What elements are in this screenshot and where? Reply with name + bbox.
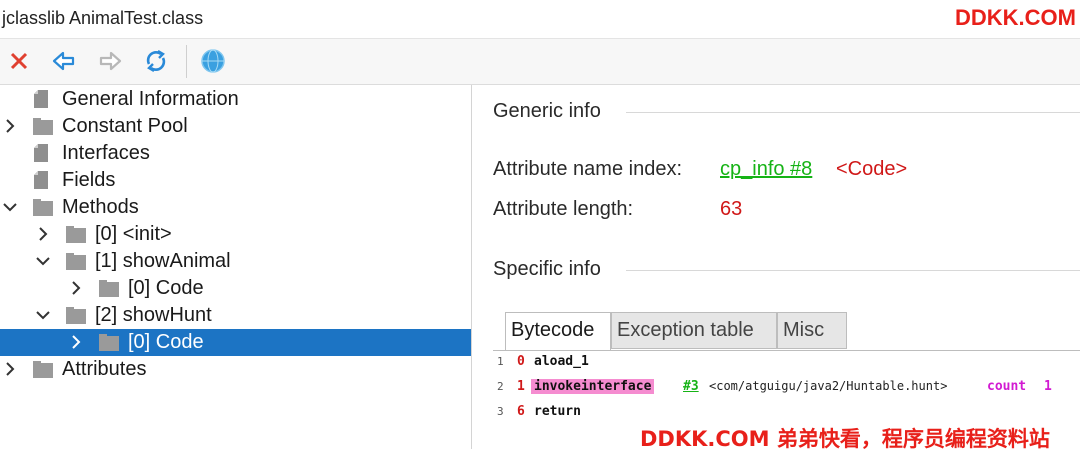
- tree-item[interactable]: [2] showHunt: [0, 302, 471, 329]
- tree-item-label: [0] Code: [128, 331, 204, 353]
- tree-item-label: Fields: [62, 169, 116, 191]
- tree-item[interactable]: General Information: [0, 86, 471, 113]
- tab-bytecode[interactable]: Bytecode: [505, 312, 611, 351]
- bytecode-offset: 6: [517, 404, 525, 419]
- tree-item[interactable]: Fields: [0, 167, 471, 194]
- opcode: return: [534, 404, 581, 419]
- tree-item[interactable]: Attributes: [0, 356, 471, 383]
- attribute-name-value: <Code>: [836, 158, 908, 180]
- folder-icon: [66, 226, 86, 243]
- tree-item-label: Attributes: [62, 358, 147, 380]
- back-button[interactable]: [50, 47, 78, 75]
- tree-item-label: Interfaces: [62, 142, 150, 164]
- tab-misc[interactable]: Misc: [777, 312, 847, 349]
- chevron-right-icon[interactable]: [69, 280, 83, 296]
- line-number: 2: [497, 380, 504, 393]
- folder-icon: [33, 118, 53, 135]
- tree-item-label: General Information: [62, 88, 239, 110]
- title-bar: jclasslib AnimalTest.class DDKK.COM: [0, 0, 1080, 39]
- count-value: 1: [1044, 379, 1052, 394]
- folder-icon: [99, 280, 119, 297]
- method-ref-text: <com/atguigu/java2/Huntable.hunt>: [709, 379, 948, 393]
- chevron-down-icon[interactable]: [36, 253, 50, 269]
- chevron-down-icon[interactable]: [36, 307, 50, 323]
- tree-item[interactable]: Interfaces: [0, 140, 471, 167]
- chevron-right-icon[interactable]: [36, 226, 50, 242]
- tab-exception-table[interactable]: Exception table: [611, 312, 777, 349]
- line-number: 1: [497, 355, 504, 368]
- chevron-right-icon[interactable]: [69, 334, 83, 350]
- attribute-name-index-label: Attribute name index:: [493, 158, 682, 180]
- generic-info-divider: [626, 112, 1080, 113]
- detail-pane: Generic info Attribute name index: cp_in…: [472, 85, 1080, 449]
- folder-icon: [33, 361, 53, 378]
- attribute-length-value: 63: [720, 198, 743, 220]
- toolbar: [0, 39, 1080, 85]
- tree-item[interactable]: [0] <init>: [0, 221, 471, 248]
- chevron-right-icon[interactable]: [3, 118, 17, 134]
- arrow-right-icon: [99, 51, 122, 71]
- close-x-icon: [10, 52, 28, 70]
- reload-icon: [146, 49, 166, 73]
- opcode-highlighted: invokeinterface: [531, 379, 655, 394]
- tree-item[interactable]: Methods: [0, 194, 471, 221]
- tree-item-label: Methods: [62, 196, 139, 218]
- tree-item-label: Constant Pool: [62, 115, 188, 137]
- folder-icon: [66, 307, 86, 324]
- class-structure-tree: General Information Constant Pool Interfac…: [0, 85, 472, 449]
- web-button[interactable]: [199, 47, 227, 75]
- chevron-down-icon[interactable]: [3, 199, 17, 215]
- folder-icon: [66, 253, 86, 270]
- globe-icon: [201, 49, 225, 73]
- folder-icon: [33, 199, 53, 216]
- generic-info-title: Generic info: [493, 100, 601, 122]
- close-button[interactable]: [5, 47, 33, 75]
- file-icon: [34, 90, 48, 108]
- count-keyword: count: [987, 379, 1027, 394]
- bytecode-offset: 0: [517, 354, 525, 369]
- constant-pool-ref-link[interactable]: #3: [683, 379, 699, 394]
- cp-info-link[interactable]: cp_info #8: [720, 158, 812, 181]
- bytecode-offset: 1: [517, 379, 525, 394]
- tree-item[interactable]: [1] showAnimal: [0, 248, 471, 275]
- tree-item-label: [1] showAnimal: [95, 250, 231, 272]
- chevron-right-icon[interactable]: [3, 361, 17, 377]
- tree-item[interactable]: [0] Code: [0, 275, 471, 302]
- brand-logo-text: DDKK.COM: [955, 5, 1076, 30]
- forward-button[interactable]: [96, 47, 124, 75]
- folder-icon: [99, 334, 119, 351]
- specific-info-divider: [626, 270, 1080, 271]
- arrow-left-icon: [52, 51, 75, 71]
- attribute-length-label: Attribute length:: [493, 198, 634, 220]
- tree-item-label: [0] <init>: [95, 223, 172, 245]
- tree-item[interactable]: [0] Code: [0, 329, 471, 356]
- tree-item-label: [0] Code: [128, 277, 204, 299]
- line-number: 3: [497, 405, 504, 418]
- specific-info-title: Specific info: [493, 258, 601, 280]
- file-icon: [34, 171, 48, 189]
- file-icon: [34, 144, 48, 162]
- reload-button[interactable]: [142, 47, 170, 75]
- window-title: jclasslib AnimalTest.class: [2, 8, 204, 28]
- tree-item[interactable]: Constant Pool: [0, 113, 471, 140]
- tree-item-label: [2] showHunt: [95, 304, 212, 326]
- opcode: aload_1: [534, 354, 589, 369]
- toolbar-separator: [186, 45, 187, 78]
